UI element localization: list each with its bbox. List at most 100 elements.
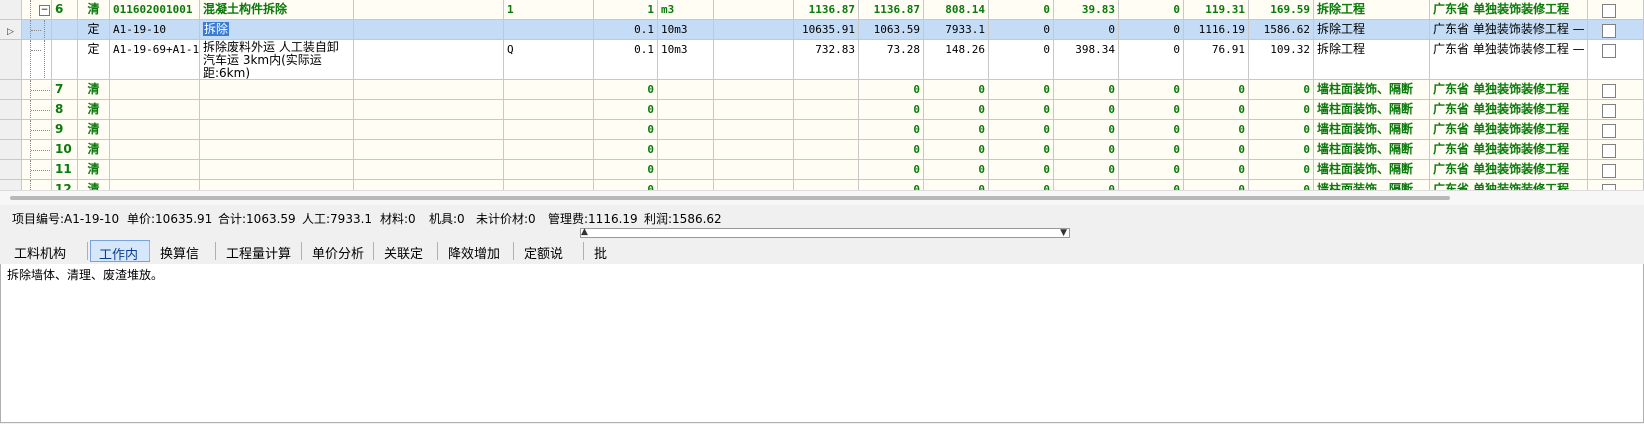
name-editor-selection[interactable]: 拆除 [203,22,230,36]
row-checkbox[interactable] [1602,104,1616,118]
cell-labor[interactable]: 0 [924,80,989,100]
row-gutter[interactable] [0,180,22,190]
cell-profit[interactable]: 0 [1249,180,1314,190]
cell-material[interactable]: 0 [989,0,1054,20]
cell-kind[interactable]: 清 [78,140,110,160]
cell-profit[interactable]: 0 [1249,100,1314,120]
cell-unit[interactable] [658,160,714,180]
tree-cell[interactable] [22,160,52,180]
row-gutter[interactable]: ▷ [0,20,22,40]
cell-expr[interactable] [504,120,594,140]
cell-labor[interactable]: 0 [924,180,989,190]
cell-name[interactable] [200,80,354,100]
cell-mgmt[interactable]: 0 [1184,120,1249,140]
row-gutter[interactable] [0,40,22,80]
cell-num[interactable]: 11 [52,160,78,180]
cell-unit[interactable] [658,180,714,190]
cell-material[interactable]: 0 [989,140,1054,160]
cell-expr[interactable] [504,140,594,160]
cell-unpriced[interactable]: 0 [1119,40,1184,80]
row-checkbox[interactable] [1602,124,1616,138]
tab-1[interactable]: 工作内容 [90,240,150,282]
cell-profit[interactable]: 0 [1249,140,1314,160]
cell-machine[interactable]: 0 [1054,120,1119,140]
table-row[interactable]: −6 清 011602001001 混凝土构件拆除 1 1 m3 1136.87 1136.87… [0,0,1644,20]
row-checkbox-cell[interactable] [1588,20,1644,40]
cell-machine[interactable]: 0 [1054,100,1119,120]
tree-cell[interactable] [22,20,52,40]
empty-cell[interactable] [714,180,794,190]
cell-labor[interactable]: 0 [924,140,989,160]
cell-code[interactable]: A1-19-10 [110,20,200,40]
cell-num[interactable]: 9 [52,120,78,140]
cell-num[interactable]: 12 [52,180,78,190]
cell-unit[interactable]: m3 [658,0,714,20]
cell-total[interactable]: 73.28 [859,40,924,80]
cell-total[interactable]: 0 [859,100,924,120]
cell-name[interactable] [200,160,354,180]
cell-kind[interactable]: 定 [78,40,110,80]
row-checkbox[interactable] [1602,84,1616,98]
empty-cell[interactable] [354,160,504,180]
row-checkbox-cell[interactable] [1588,160,1644,180]
cell-region[interactable]: 广东省 单独装饰装修工程 [1430,120,1588,140]
table-row[interactable]: 11 清 0 0 0 0 0 0 0 0 墙柱面装饰、隔断 广东省 单独装饰装修工程 [0,160,1644,180]
cell-category[interactable]: 墙柱面装饰、隔断 [1314,100,1430,120]
table-row[interactable]: 7 清 0 0 0 0 0 0 0 0 墙柱面装饰、隔断 广东省 单独装饰装修工程 [0,80,1644,100]
cell-expr[interactable]: 1 [504,0,594,20]
tab-2[interactable]: 换算信息 [152,240,214,281]
cell-code[interactable] [110,160,200,180]
cell-region[interactable]: 广东省 单独装饰装修工程 [1430,160,1588,180]
cell-kind[interactable]: 清 [78,180,110,190]
cell-total[interactable]: 0 [859,80,924,100]
cell-num[interactable]: 6 [52,0,78,20]
row-gutter[interactable] [0,0,22,20]
empty-cell[interactable] [714,120,794,140]
cell-labor[interactable]: 7933.1 [924,20,989,40]
cell-num[interactable] [52,20,78,40]
cell-kind[interactable]: 定 [78,20,110,40]
table-row[interactable]: 定 A1-19-69+A1-19 拆除废料外运 人工装自卸汽车运 3km内(实际运距… [0,40,1644,80]
cell-region[interactable]: 广东省 单独装饰装修工程 — [1430,40,1588,80]
cell-code[interactable]: 011602001001 [110,0,200,20]
cell-machine[interactable]: 0 [1054,20,1119,40]
cell-total[interactable]: 0 [859,160,924,180]
cell-name[interactable] [200,180,354,190]
cell-code[interactable] [110,120,200,140]
cell-price[interactable] [794,140,859,160]
cell-total[interactable]: 0 [859,140,924,160]
scrollbar-thumb[interactable] [10,196,1450,200]
tab-3[interactable]: 工程量计算 [218,240,300,262]
row-checkbox[interactable] [1602,144,1616,158]
empty-cell[interactable] [354,100,504,120]
cell-num[interactable]: 8 [52,100,78,120]
cell-material[interactable]: 0 [989,80,1054,100]
cell-price[interactable] [794,100,859,120]
row-checkbox-cell[interactable] [1588,180,1644,190]
cell-code[interactable] [110,180,200,190]
cell-unit[interactable] [658,120,714,140]
cell-machine[interactable]: 0 [1054,160,1119,180]
cell-material[interactable]: 0 [989,120,1054,140]
cell-total[interactable]: 0 [859,120,924,140]
cell-category[interactable]: 拆除工程 [1314,0,1430,20]
cell-qty[interactable]: 0.1 [594,40,658,80]
row-checkbox-cell[interactable] [1588,40,1644,80]
cell-machine[interactable]: 0 [1054,180,1119,190]
cell-mgmt[interactable]: 0 [1184,100,1249,120]
cell-category[interactable]: 墙柱面装饰、隔断 [1314,140,1430,160]
collapse-icon[interactable]: − [39,5,50,16]
cell-code[interactable] [110,80,200,100]
table-row[interactable]: 8 清 0 0 0 0 0 0 0 0 墙柱面装饰、隔断 广东省 单独装饰装修工程 [0,100,1644,120]
cell-mgmt[interactable]: 0 [1184,140,1249,160]
cell-region[interactable]: 广东省 单独装饰装修工程 [1430,80,1588,100]
tree-cell[interactable] [22,120,52,140]
cell-profit[interactable]: 0 [1249,160,1314,180]
cell-unit[interactable]: 10m3 [658,40,714,80]
cell-price[interactable]: 732.83 [794,40,859,80]
cell-category[interactable]: 墙柱面装饰、隔断 [1314,120,1430,140]
cell-profit[interactable]: 0 [1249,120,1314,140]
cell-total[interactable]: 1063.59 [859,20,924,40]
cell-kind[interactable]: 清 [78,0,110,20]
cell-unit[interactable] [658,140,714,160]
